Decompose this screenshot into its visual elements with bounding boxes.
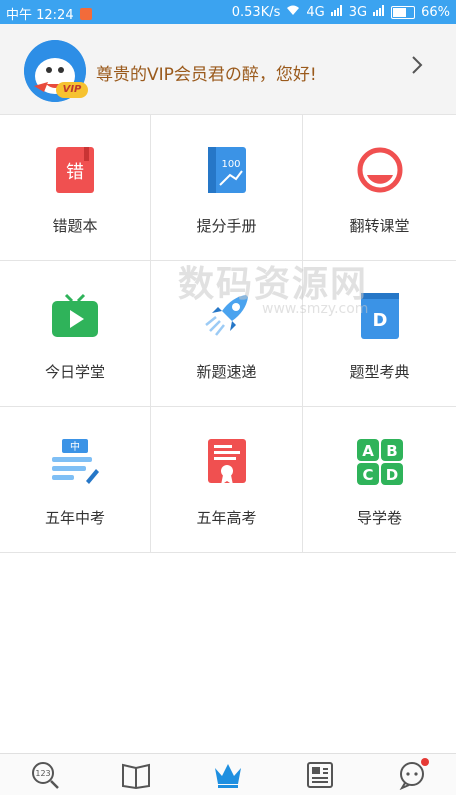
search-123-icon: 123 (32, 762, 59, 789)
dictionary-icon: D (355, 291, 405, 341)
score-manual-icon: 100 (202, 145, 252, 195)
certificate-icon (202, 437, 252, 487)
bottom-tab-bar: 123 (0, 753, 456, 795)
middle-exam-icon: 中 (50, 437, 100, 487)
status-bar: 中午 12:24 0.53K/s 4G 3G 66% (0, 0, 456, 24)
wifi-icon (286, 4, 300, 20)
grid-item-flip-class[interactable]: 翻转课堂 (303, 115, 456, 261)
grid-item-study-guide[interactable]: A B C D 导学卷 (303, 407, 456, 553)
letter-c: C (362, 466, 373, 484)
signal-icon-2 (373, 4, 385, 20)
crown-icon (215, 764, 241, 788)
tab-chat[interactable] (397, 758, 429, 791)
error-book-icon: 错 (50, 145, 100, 195)
letter-b: B (386, 442, 397, 460)
empty-area (0, 554, 456, 753)
status-time: 中午 12:24 (6, 8, 74, 23)
grid-item-label: 五年中考 (44, 509, 105, 527)
book-icon (122, 763, 150, 790)
tab-news[interactable] (305, 760, 335, 790)
abcd-icon: A B C D (355, 437, 405, 487)
letter-d: D (385, 466, 397, 484)
battery-icon (391, 5, 416, 19)
network-speed: 0.53K/s (231, 4, 281, 20)
notification-icon (79, 7, 92, 20)
tv-play-icon (50, 291, 100, 341)
chevron-right-icon[interactable] (410, 54, 424, 82)
middle-exam-glyph: 中 (70, 440, 80, 453)
grid-item-five-year-middle-exam[interactable]: 中 五年中考 (0, 407, 151, 553)
battery-percent: 66% (421, 4, 450, 20)
signal-label-2: 3G (348, 4, 368, 20)
signal-label-1: 4G (306, 4, 325, 20)
grid-item-label: 提分手册 (196, 217, 257, 235)
grid-item-question-types[interactable]: D 题型考典 (303, 261, 456, 407)
grid-item-label: 题型考典 (349, 363, 410, 381)
grid-item-error-book[interactable]: 错 错题本 (0, 115, 151, 261)
unread-badge (421, 758, 429, 766)
rocket-icon (202, 291, 252, 341)
grid-item-label: 导学卷 (356, 509, 402, 527)
news-icon (307, 762, 333, 788)
greeting-text: 尊贵的VIP会员君の醉，您好! (96, 65, 317, 85)
grid-item-label: 五年高考 (196, 509, 257, 527)
dictionary-glyph: D (372, 310, 387, 331)
grid-item-label: 错题本 (52, 217, 98, 235)
letter-a: A (362, 442, 374, 460)
grid-item-score-manual[interactable]: 100 提分手册 (151, 115, 303, 261)
vip-badge: VIP (56, 82, 88, 98)
grid-item-five-year-high-exam[interactable]: 五年高考 (151, 407, 303, 553)
grid-item-new-questions[interactable]: 新题速递 (151, 261, 303, 407)
tab-book[interactable] (121, 760, 151, 790)
grid-item-today-class[interactable]: 今日学堂 (0, 261, 151, 407)
score-manual-glyph: 100 (221, 159, 240, 170)
tab-search-123[interactable]: 123 (30, 760, 60, 790)
signal-icon-1 (330, 4, 343, 20)
feature-grid: 错 错题本 100 提分手册 翻转课堂 今日学堂 新题速递 D 题型考典 中 五… (0, 115, 456, 554)
grid-item-label: 翻转课堂 (349, 217, 410, 235)
grid-item-label: 新题速递 (196, 363, 257, 381)
user-header[interactable]: VIP 尊贵的VIP会员君の醉，您好! (0, 24, 456, 115)
tab-crown[interactable] (213, 760, 243, 790)
grid-item-label: 今日学堂 (44, 363, 105, 381)
error-book-glyph: 错 (66, 162, 84, 183)
flip-class-icon (355, 145, 405, 195)
search-123-glyph: 123 (35, 769, 50, 778)
